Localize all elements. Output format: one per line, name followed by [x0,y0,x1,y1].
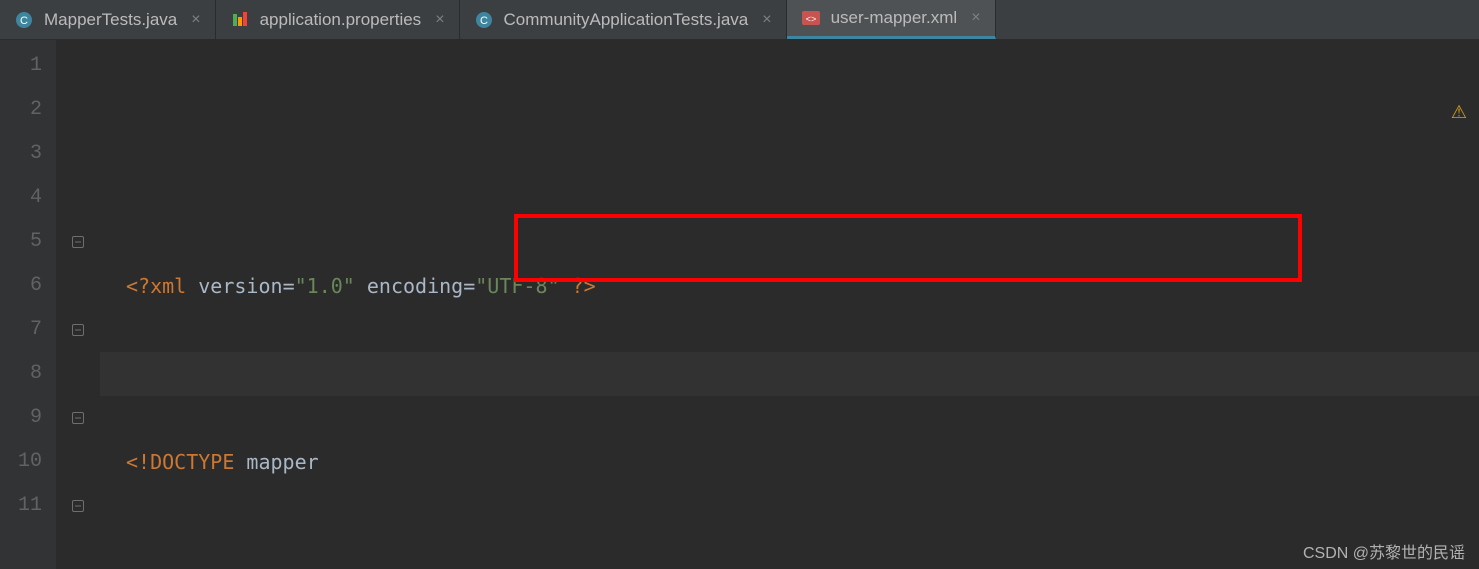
fold-toggle[interactable] [56,220,99,264]
line-number: 3 [0,132,42,176]
svg-text:C: C [20,15,28,27]
current-line-highlight [100,352,1479,396]
close-icon[interactable]: × [762,11,771,29]
code-area[interactable]: <?xml version="1.0" encoding="UTF-8" ?> … [100,40,1479,569]
xml-file-icon: <> [801,8,821,28]
fold-toggle[interactable] [56,308,99,352]
line-number: 8 [0,352,42,396]
line-number: 4 [0,176,42,220]
tab-user-mapper-xml[interactable]: <> user-mapper.xml × [787,0,996,39]
line-number: 1 [0,44,42,88]
tab-label: MapperTests.java [44,10,177,30]
tab-label: application.properties [260,10,422,30]
code-editor: ⚠ 1 2 3 4 5 6 7 8 9 10 11 <?xml version=… [0,40,1479,569]
tab-community-application-tests[interactable]: C CommunityApplicationTests.java × [460,0,787,39]
line-number: 2 [0,88,42,132]
code-line: <!DOCTYPE mapper [100,440,1479,484]
fold-toggle[interactable] [56,484,99,528]
line-number: 11 [0,484,42,528]
close-icon[interactable]: × [971,9,980,27]
line-number: 5 [0,220,42,264]
editor-tabs-bar: C MapperTests.java × application.propert… [0,0,1479,40]
fold-gutter [56,40,100,569]
fold-toggle[interactable] [56,396,99,440]
tab-mapper-tests[interactable]: C MapperTests.java × [0,0,216,39]
java-file-icon: C [14,10,34,30]
tab-label: user-mapper.xml [831,8,958,28]
warning-icon[interactable]: ⚠ [1451,92,1467,136]
line-number: 9 [0,396,42,440]
line-number-gutter: 1 2 3 4 5 6 7 8 9 10 11 [0,40,56,569]
tab-application-properties[interactable]: application.properties × [216,0,460,39]
java-file-icon: C [474,10,494,30]
tab-label: CommunityApplicationTests.java [504,10,749,30]
code-line: <?xml version="1.0" encoding="UTF-8" ?> [100,264,1479,308]
close-icon[interactable]: × [435,11,444,29]
line-number: 10 [0,440,42,484]
line-number: 7 [0,308,42,352]
svg-text:C: C [480,15,488,27]
watermark-text: CSDN @苏黎世的民谣 [1303,539,1465,563]
properties-file-icon [230,10,250,30]
line-number: 6 [0,264,42,308]
close-icon[interactable]: × [191,11,200,29]
svg-text:<>: <> [805,14,816,24]
